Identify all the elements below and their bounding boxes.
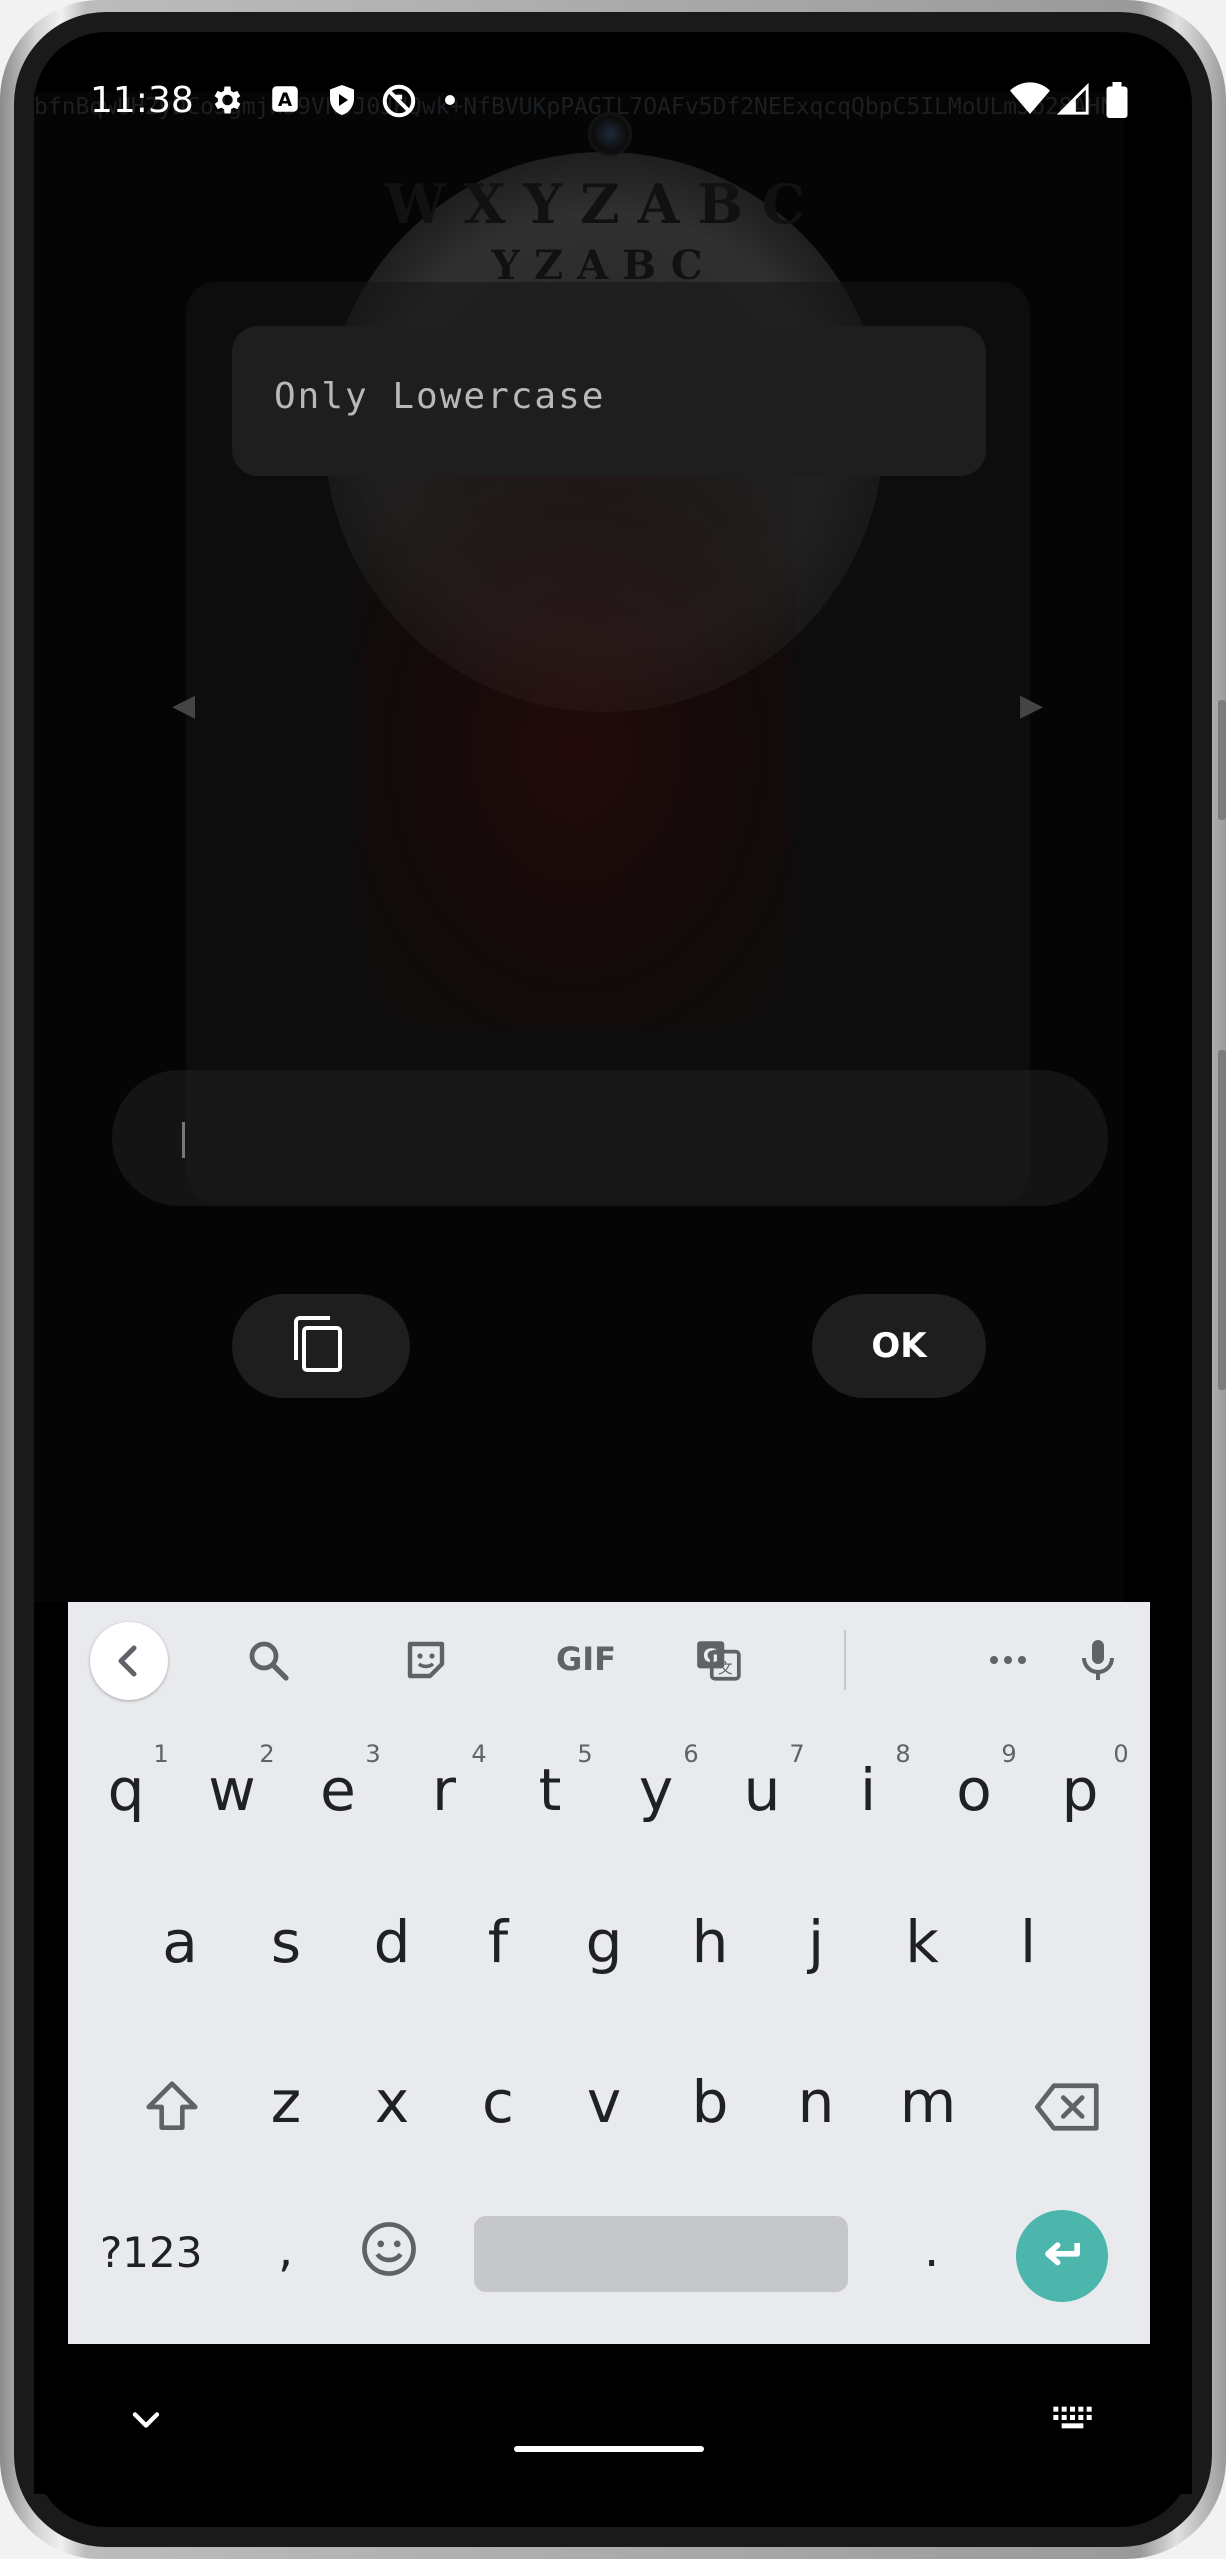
result-bar[interactable] bbox=[112, 1070, 1108, 1206]
key-hint: 3 bbox=[365, 1740, 381, 1768]
sticker-button[interactable] bbox=[398, 1632, 454, 1688]
keyboard-toolbar: GIF G 文 bbox=[68, 1602, 1150, 1718]
status-bar: 11:38 A bbox=[34, 60, 1174, 140]
microphone-icon bbox=[1082, 1640, 1114, 1680]
search-button[interactable] bbox=[240, 1632, 296, 1688]
key-x[interactable]: x bbox=[342, 2068, 442, 2136]
soft-keyboard: GIF G 文 q w e r t y u i o p 1 2 3 4 5 6 … bbox=[68, 1602, 1150, 2344]
translate-button[interactable]: G 文 bbox=[690, 1632, 746, 1688]
key-hint: 1 bbox=[153, 1740, 169, 1768]
dialog-glow bbox=[356, 470, 796, 1030]
toolbar-divider bbox=[844, 1630, 846, 1690]
back-button[interactable] bbox=[90, 1622, 168, 1700]
text-caret bbox=[182, 1122, 185, 1158]
backspace-key[interactable] bbox=[1016, 2062, 1120, 2152]
key-hint: 5 bbox=[577, 1740, 593, 1768]
chevron-down-icon[interactable] bbox=[124, 2398, 168, 2442]
enter-icon bbox=[1045, 2242, 1080, 2266]
search-icon bbox=[249, 1641, 289, 1681]
key-l[interactable]: l bbox=[978, 1908, 1078, 1976]
key-hint: 4 bbox=[471, 1740, 487, 1768]
gear-icon bbox=[214, 86, 241, 114]
key-z[interactable]: z bbox=[236, 2068, 336, 2136]
chevron-right-icon[interactable]: ▶ bbox=[1020, 688, 1043, 723]
more-button[interactable] bbox=[980, 1632, 1036, 1688]
back-icon bbox=[118, 1645, 137, 1677]
key-g[interactable]: g bbox=[554, 1908, 654, 1976]
ok-button[interactable]: OK bbox=[812, 1294, 986, 1398]
key-d[interactable]: d bbox=[342, 1908, 442, 1976]
backspace-icon bbox=[1035, 2083, 1099, 2131]
shift-key[interactable] bbox=[120, 2062, 224, 2152]
key-hint: 9 bbox=[1001, 1740, 1017, 1768]
key-f[interactable]: f bbox=[448, 1908, 548, 1976]
volume-button bbox=[1218, 700, 1226, 820]
space-key[interactable] bbox=[474, 2216, 848, 2292]
copy-button[interactable] bbox=[232, 1294, 410, 1398]
microphone-button[interactable] bbox=[1070, 1632, 1126, 1688]
home-indicator[interactable] bbox=[514, 2446, 704, 2452]
key-m[interactable]: m bbox=[878, 2068, 978, 2136]
chevron-left-icon[interactable]: ◀ bbox=[172, 688, 195, 723]
key-n[interactable]: n bbox=[766, 2068, 866, 2136]
no-sim-icon bbox=[382, 84, 416, 118]
more-icon bbox=[990, 1656, 1026, 1664]
shift-icon bbox=[146, 2081, 198, 2130]
key-h[interactable]: h bbox=[660, 1908, 760, 1976]
svg-text:文: 文 bbox=[718, 1661, 733, 1678]
period-key[interactable]: . bbox=[924, 2222, 939, 2278]
key-hint: 0 bbox=[1113, 1740, 1129, 1768]
enter-key[interactable] bbox=[1016, 2210, 1108, 2302]
battery-icon bbox=[1106, 82, 1128, 118]
emoji-key[interactable] bbox=[358, 2218, 432, 2292]
keyboard-a-icon: A bbox=[272, 86, 298, 112]
wifi-icon bbox=[1010, 82, 1050, 114]
key-hint: 7 bbox=[789, 1740, 805, 1768]
dot-icon bbox=[445, 95, 455, 105]
input-value: Only Lowercase bbox=[274, 376, 606, 417]
cipher-wheel-outer: WXYZABC bbox=[384, 172, 824, 236]
key-b[interactable]: b bbox=[660, 2068, 760, 2136]
keyboard-switch-icon[interactable] bbox=[1050, 2400, 1100, 2440]
sticker-icon bbox=[407, 1641, 445, 1679]
key-c[interactable]: c bbox=[448, 2068, 548, 2136]
power-button bbox=[1218, 1050, 1226, 1390]
shield-play-icon bbox=[330, 85, 354, 115]
key-k[interactable]: k bbox=[872, 1908, 972, 1976]
svg-text:A: A bbox=[278, 90, 293, 111]
comma-key[interactable]: , bbox=[278, 2222, 293, 2278]
symbols-key[interactable]: ?123 bbox=[100, 2228, 202, 2277]
key-v[interactable]: v bbox=[554, 2068, 654, 2136]
copy-icon bbox=[294, 1316, 342, 1372]
key-hint: 6 bbox=[683, 1740, 699, 1768]
key-j[interactable]: j bbox=[766, 1908, 866, 1976]
key-hint: 8 bbox=[895, 1740, 911, 1768]
key-a[interactable]: a bbox=[130, 1908, 230, 1976]
navigation-bar bbox=[34, 2344, 1192, 2494]
emoji-icon bbox=[362, 2222, 416, 2276]
key-s[interactable]: s bbox=[236, 1908, 336, 1976]
gif-button[interactable]: GIF bbox=[556, 1640, 616, 1678]
status-time: 11:38 bbox=[90, 80, 194, 121]
key-hint: 2 bbox=[259, 1740, 275, 1768]
translate-icon: G 文 bbox=[697, 1641, 741, 1681]
signal-icon bbox=[1056, 82, 1089, 115]
